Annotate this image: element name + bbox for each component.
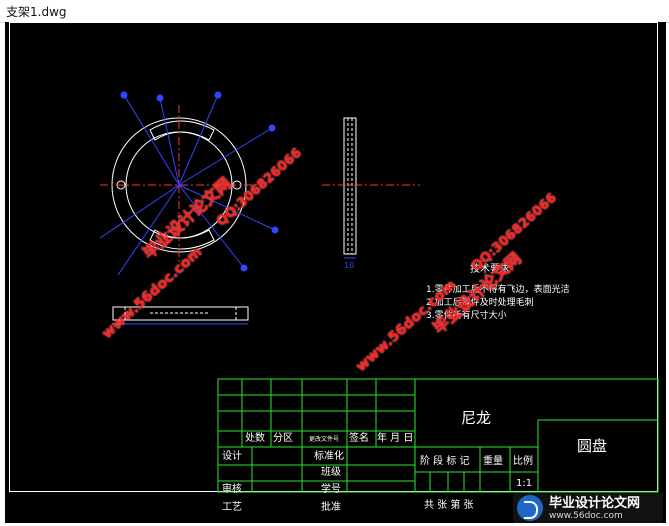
logo-line1: 毕业设计论文网 [549,495,641,511]
row-class: 班级 [321,467,341,478]
site-logo: 毕业设计论文网 www.56doc.com [513,493,663,523]
scale-label: 比例 [513,456,533,467]
weight-label: 重量 [483,456,503,467]
cad-drawing [99,91,659,493]
side-view [343,117,357,255]
sheet-text: 共 张 第 张 [424,500,474,511]
header-zone: 分区 [273,433,293,444]
row-standard: 标准化 [314,451,344,462]
row-approve: 批准 [321,502,341,513]
part-name: 圆盘 [577,437,608,455]
row-process: 工艺 [222,502,242,513]
header-date: 年 月 日 [377,433,414,444]
header-sign: 签名 [349,433,369,444]
row-student-id: 学号 [321,484,341,495]
row-review: 审核 [222,484,242,495]
material-label: 尼龙 [461,409,492,427]
dimension-label: 10 [344,261,355,270]
header-doc: 更改文件号 [309,436,340,443]
logo-line2: www.56doc.com [549,510,623,521]
stage-label: 阶 段 标 记 [420,456,470,467]
row-design: 设计 [222,451,242,462]
logo-icon [517,495,543,521]
scale-value: 1:1 [516,478,533,489]
slot-top [149,120,215,141]
header-count: 处数 [245,433,265,444]
